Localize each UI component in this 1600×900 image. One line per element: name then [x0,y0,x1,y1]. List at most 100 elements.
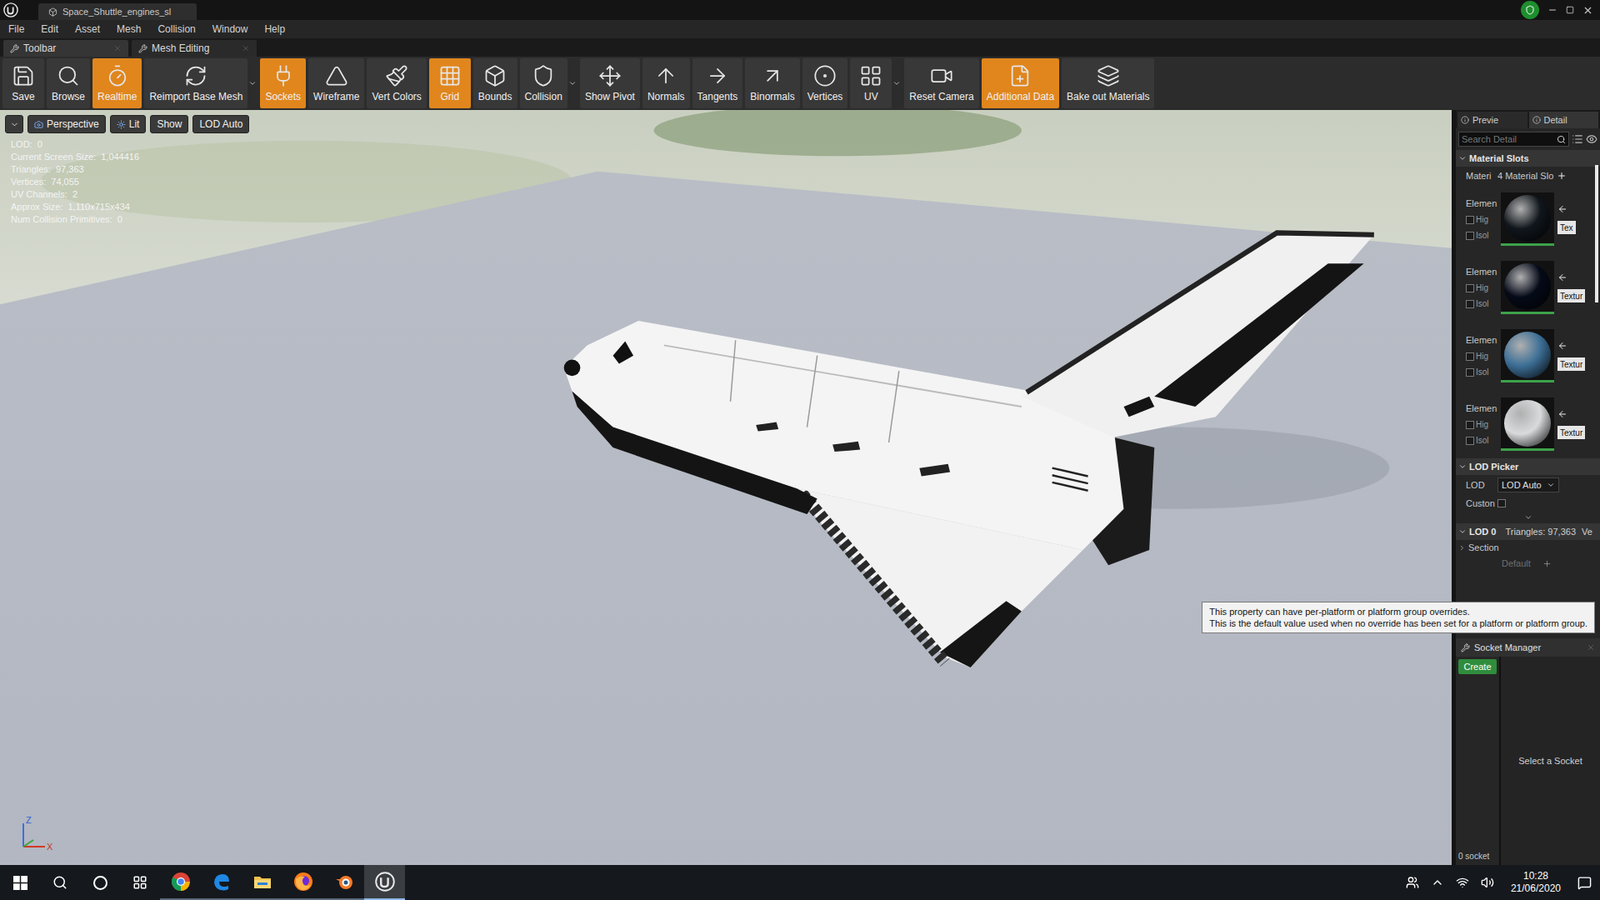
toolbar-button[interactable]: Vertices [802,58,849,109]
highlight-checkbox[interactable] [1465,215,1475,225]
menu-item[interactable]: Help [264,21,285,37]
volume-icon[interactable] [1480,875,1495,890]
viewport-button[interactable]: Lit [110,115,147,134]
toolbar-button[interactable]: Save [2,58,45,109]
taskbar-app[interactable] [241,865,283,900]
details-search[interactable]: Search Detail [1458,131,1570,147]
add-override-icon[interactable] [1542,559,1552,569]
minimize-icon[interactable] [1547,5,1558,15]
texture-button[interactable]: Textur [1557,289,1585,303]
menu-item[interactable]: Collision [157,21,195,37]
lod0-header[interactable]: LOD 0Triangles: 97,363Ve [1455,523,1600,540]
viewport-button[interactable]: Show [150,115,189,134]
close-tab-icon[interactable] [113,44,122,53]
toolbar-button[interactable]: Tangents [692,58,744,109]
toolbar-button[interactable]: Additional Data [981,58,1060,109]
use-selected-icon[interactable] [1557,272,1568,283]
viewport[interactable]: PerspectiveLitShowLOD AutoLOD: 0Current … [0,110,1452,865]
material-thumbnail[interactable] [1500,260,1555,315]
toolbar-button[interactable]: Reimport Base Mesh [144,58,248,109]
viewport-options-button[interactable] [5,115,24,134]
isolate-checkbox[interactable] [1465,436,1475,445]
lod-select[interactable]: LOD Auto [1497,477,1560,494]
advanced-icon[interactable] [1524,513,1533,522]
close-icon[interactable] [1582,5,1594,16]
panel-tab[interactable]: Toolbar [3,40,129,57]
material-thumbnail[interactable] [1500,192,1555,246]
asset-tab[interactable]: Space_Shuttle_engines_sl [38,3,197,20]
highlight-checkbox[interactable] [1465,420,1475,430]
material-thumbnail[interactable] [1500,397,1555,451]
material-slots-header[interactable]: Material Slots [1455,150,1600,167]
material-thumbnail[interactable] [1500,329,1555,383]
details-tab[interactable]: Previe [1457,111,1528,129]
taskbar-app[interactable] [160,865,201,900]
toolbar-button[interactable]: Browse [46,58,90,109]
custom-checkbox[interactable] [1497,499,1506,508]
menu-item[interactable]: Window [212,21,249,37]
use-selected-icon[interactable] [1557,340,1568,351]
details-scrollbar[interactable] [1595,165,1599,303]
toolbar-button[interactable]: Realtime [92,58,142,109]
view-options-icon[interactable] [1571,133,1584,145]
toolbar-button[interactable]: Wireframe [308,58,365,109]
toolbar-dropdown[interactable] [567,58,578,109]
close-tab-icon[interactable] [241,44,250,53]
toolbar-icon [1096,64,1120,88]
isolate-checkbox[interactable] [1465,368,1475,377]
toolbar-button[interactable]: Binormals [745,58,800,109]
texture-button[interactable]: Textur [1557,425,1585,440]
task-view-button[interactable] [120,865,160,900]
people-icon[interactable] [1405,875,1420,890]
start-button[interactable] [0,865,40,900]
source-control-icon[interactable] [1520,0,1540,20]
network-icon[interactable] [1455,875,1470,890]
toolbar-button[interactable]: Sockets [260,58,306,109]
toolbar-button[interactable]: Bounds [473,58,518,109]
taskbar-app[interactable] [323,865,365,900]
toolbar-dropdown[interactable] [247,58,258,109]
taskbar-app[interactable] [200,865,242,900]
highlight-checkbox[interactable] [1465,352,1475,361]
tray-icon[interactable] [1430,875,1445,890]
isolate-checkbox[interactable] [1465,231,1475,240]
cortana-button[interactable] [80,865,120,900]
viewport-button[interactable]: LOD Auto [192,115,250,134]
eye-icon[interactable] [1585,133,1598,145]
menu-item[interactable]: File [8,21,25,37]
search-button[interactable] [40,865,80,900]
viewport-button[interactable]: Perspective [27,115,106,134]
toolbar-button[interactable]: Normals [642,58,690,109]
add-icon[interactable] [1556,170,1567,181]
menu-item[interactable]: Mesh [116,21,141,37]
highlight-checkbox[interactable] [1465,284,1475,293]
toolbar-button[interactable]: Reset Camera [904,58,979,109]
use-selected-icon[interactable] [1557,409,1568,420]
restore-icon[interactable] [1565,5,1575,15]
lod-picker-header[interactable]: LOD Picker [1455,458,1600,475]
toolbar-button[interactable]: Grid [429,58,471,109]
notification-icon[interactable] [1577,875,1592,890]
toolbar-button[interactable]: Vert Colors [366,58,426,109]
details-tab[interactable]: Detail [1529,111,1600,129]
toolbar-button[interactable]: UV [850,58,892,109]
section-row[interactable]: Section [1455,540,1600,555]
isolate-checkbox[interactable] [1465,300,1475,309]
create-socket-button[interactable]: Create [1458,659,1497,675]
taskbar-app[interactable] [282,865,324,900]
toolbar-button[interactable]: Bake out Materials [1061,58,1155,109]
use-selected-icon[interactable] [1557,204,1568,215]
toolbar-button[interactable]: Collision [520,58,568,109]
menu-item[interactable]: Edit [40,21,59,37]
custom-row: Custon [1455,495,1600,512]
menu-item[interactable]: Asset [75,21,100,37]
clock[interactable]: 10:2821/06/2020 [1505,870,1566,895]
taskbar-app[interactable] [364,865,405,900]
panel-tab[interactable]: Mesh Editing [131,40,257,57]
toolbar-button[interactable]: Show Pivot [580,58,640,109]
toolbar-dropdown[interactable] [891,58,902,109]
texture-button[interactable]: Tex [1557,220,1576,235]
texture-button[interactable]: Textur [1557,357,1585,371]
close-tab-icon[interactable] [1586,643,1595,652]
socket-manager-tab[interactable]: Socket Manager [1455,638,1600,657]
